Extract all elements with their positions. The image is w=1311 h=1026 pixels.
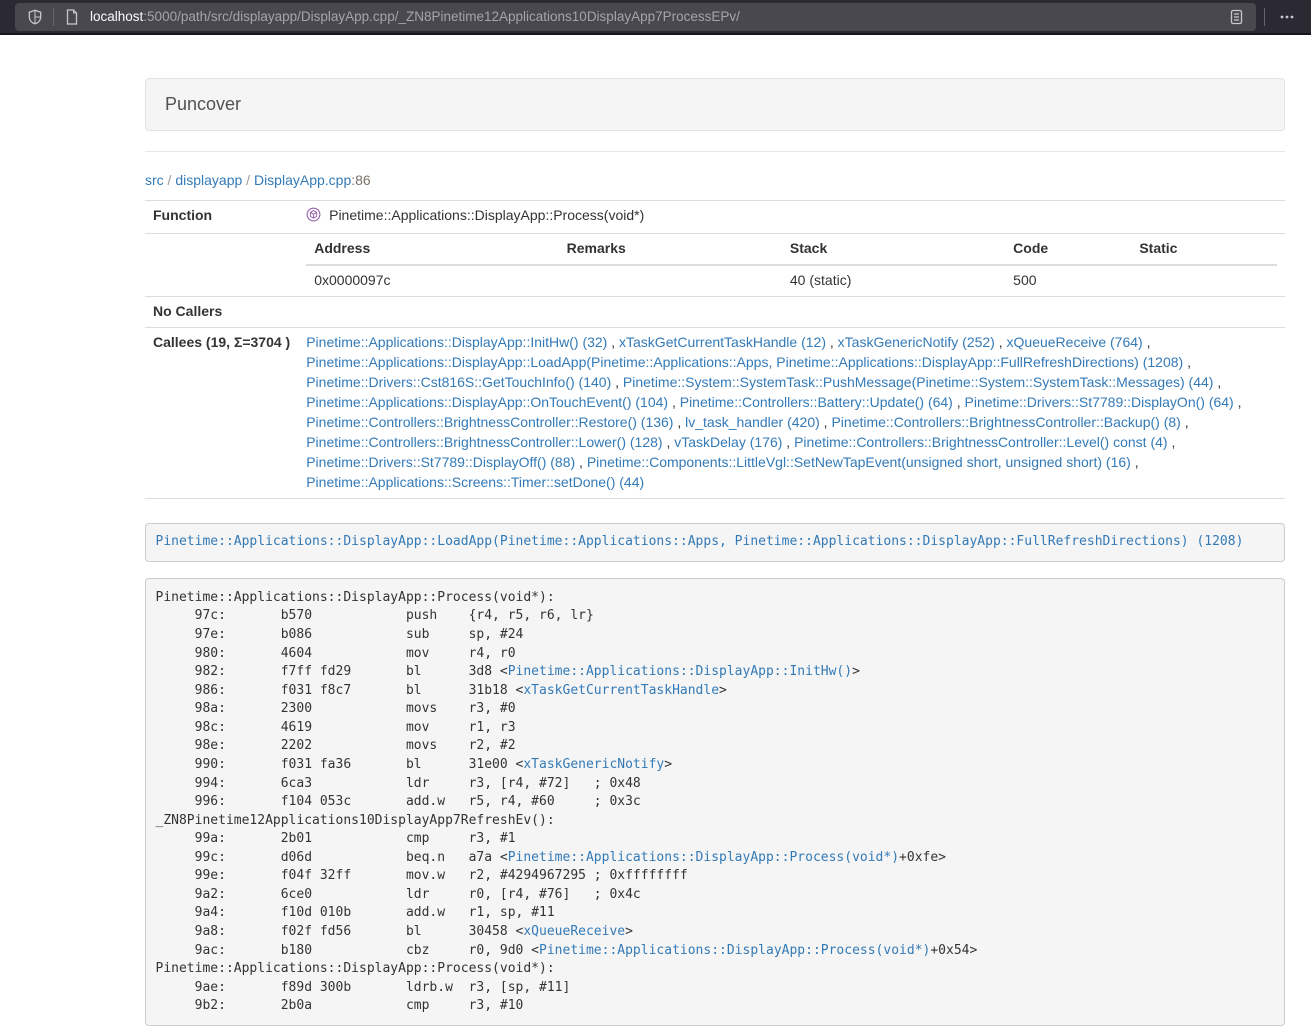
function-row: Function Pinetime::Applications::Display… [145, 201, 1285, 234]
reader-mode-icon[interactable] [1224, 5, 1248, 29]
stats-row: Address Remarks Stack Code Static 0x0000… [145, 233, 1285, 296]
code-symbol-link[interactable]: xTaskGetCurrentTaskHandle [523, 683, 719, 698]
loadapp-snippet: Pinetime::Applications::DisplayApp::Load… [145, 523, 1285, 563]
callees-row: Callees (19, Σ=3704 ) Pinetime::Applicat… [145, 327, 1285, 498]
url-path: :5000/path/src/displayapp/DisplayApp.cpp… [143, 9, 740, 24]
col-header-static: Static [1131, 234, 1277, 265]
static-value [1131, 265, 1277, 296]
browser-topbar: localhost:5000/path/src/displayapp/Displ… [0, 0, 1311, 35]
callee-link[interactable]: Pinetime::System::SystemTask::PushMessag… [623, 374, 1214, 390]
function-name: Pinetime::Applications::DisplayApp::Proc… [329, 207, 644, 223]
code-symbol-link[interactable]: Pinetime::Applications::DisplayApp::Proc… [508, 850, 899, 865]
col-header-stack: Stack [782, 234, 1005, 265]
function-table: Function Pinetime::Applications::Display… [145, 200, 1285, 499]
code-symbol-link[interactable]: Pinetime::Applications::DisplayApp::Init… [508, 664, 852, 679]
callee-link[interactable]: vTaskDelay (176) [674, 434, 782, 450]
address-value: 0x0000097c [306, 265, 558, 296]
callee-link[interactable]: xTaskGetCurrentTaskHandle (12) [619, 334, 826, 350]
col-header-remarks: Remarks [559, 234, 782, 265]
page-icon[interactable] [60, 5, 84, 29]
callee-link[interactable]: xQueueReceive (764) [1007, 334, 1143, 350]
url-bar[interactable]: localhost:5000/path/src/displayapp/Displ… [15, 3, 1256, 31]
stack-value: 40 (static) [782, 265, 1005, 296]
callees-list: Pinetime::Applications::DisplayApp::Init… [298, 327, 1285, 498]
callee-link[interactable]: Pinetime::Drivers::St7789::DisplayOn() (… [965, 394, 1234, 410]
function-label: Function [145, 201, 298, 234]
shield-icon[interactable] [23, 5, 47, 29]
breadcrumb-link[interactable]: displayapp [175, 172, 242, 188]
callee-link[interactable]: Pinetime::Controllers::BrightnessControl… [794, 434, 1167, 450]
stats-data-row: 0x0000097c 40 (static) 500 [306, 265, 1277, 296]
breadcrumb-link[interactable]: src [145, 172, 164, 188]
page-content: Puncover src / displayapp / DisplayApp.c… [145, 78, 1285, 1026]
urlbar-divider [53, 8, 54, 26]
page-title: Puncover [165, 94, 241, 114]
callee-link[interactable]: Pinetime::Applications::DisplayApp::Load… [306, 354, 1183, 370]
callee-link[interactable]: Pinetime::Drivers::St7789::DisplayOff() … [306, 454, 575, 470]
callee-link[interactable]: Pinetime::Applications::DisplayApp::OnTo… [306, 394, 668, 410]
menu-dots-icon[interactable] [1273, 3, 1301, 31]
breadcrumb-line-number: :86 [351, 172, 370, 188]
callee-link[interactable]: lv_task_handler (420) [685, 414, 820, 430]
divider [145, 151, 1285, 152]
url-host: localhost [90, 9, 143, 24]
no-callers-label: No Callers [145, 296, 298, 327]
loadapp-snippet-link[interactable]: Pinetime::Applications::DisplayApp::Load… [156, 534, 1244, 549]
code-symbol-link[interactable]: xTaskGenericNotify [523, 757, 664, 772]
cube-icon [306, 207, 321, 228]
callee-link[interactable]: Pinetime::Controllers::BrightnessControl… [306, 434, 662, 450]
breadcrumb: src / displayapp / DisplayApp.cpp:86 [145, 172, 1285, 188]
col-header-code: Code [1005, 234, 1131, 265]
code-value: 500 [1005, 265, 1131, 296]
col-header-address: Address [306, 234, 558, 265]
breadcrumb-separator: / [242, 172, 254, 188]
callees-label: Callees (19, Σ=3704 ) [145, 327, 298, 498]
stats-header-row: Address Remarks Stack Code Static [306, 234, 1277, 265]
callee-link[interactable]: Pinetime::Applications::DisplayApp::Init… [306, 334, 607, 350]
code-symbol-link[interactable]: xQueueReceive [523, 924, 625, 939]
breadcrumb-separator: / [164, 172, 176, 188]
callee-link[interactable]: xTaskGenericNotify (252) [838, 334, 995, 350]
stats-table: Address Remarks Stack Code Static 0x0000… [306, 234, 1277, 296]
url-text: localhost:5000/path/src/displayapp/Displ… [90, 9, 1224, 24]
code-symbol-link[interactable]: Pinetime::Applications::DisplayApp::Proc… [539, 943, 930, 958]
callee-link[interactable]: Pinetime::Applications::Screens::Timer::… [306, 474, 644, 490]
toolbar-divider [1264, 8, 1265, 26]
callee-link[interactable]: Pinetime::Controllers::Battery::Update()… [680, 394, 953, 410]
app-header-panel: Puncover [145, 78, 1285, 131]
callee-link[interactable]: Pinetime::Controllers::BrightnessControl… [306, 414, 673, 430]
callee-link[interactable]: Pinetime::Components::LittleVgl::SetNewT… [587, 454, 1131, 470]
callee-link[interactable]: Pinetime::Controllers::BrightnessControl… [831, 414, 1180, 430]
callee-link[interactable]: Pinetime::Drivers::Cst816S::GetTouchInfo… [306, 374, 611, 390]
breadcrumb-link[interactable]: DisplayApp.cpp [254, 172, 351, 188]
remarks-value [559, 265, 782, 296]
no-callers-row: No Callers [145, 296, 1285, 327]
stats-row-label [145, 233, 298, 296]
disassembly-code: Pinetime::Applications::DisplayApp::Proc… [145, 578, 1285, 1026]
